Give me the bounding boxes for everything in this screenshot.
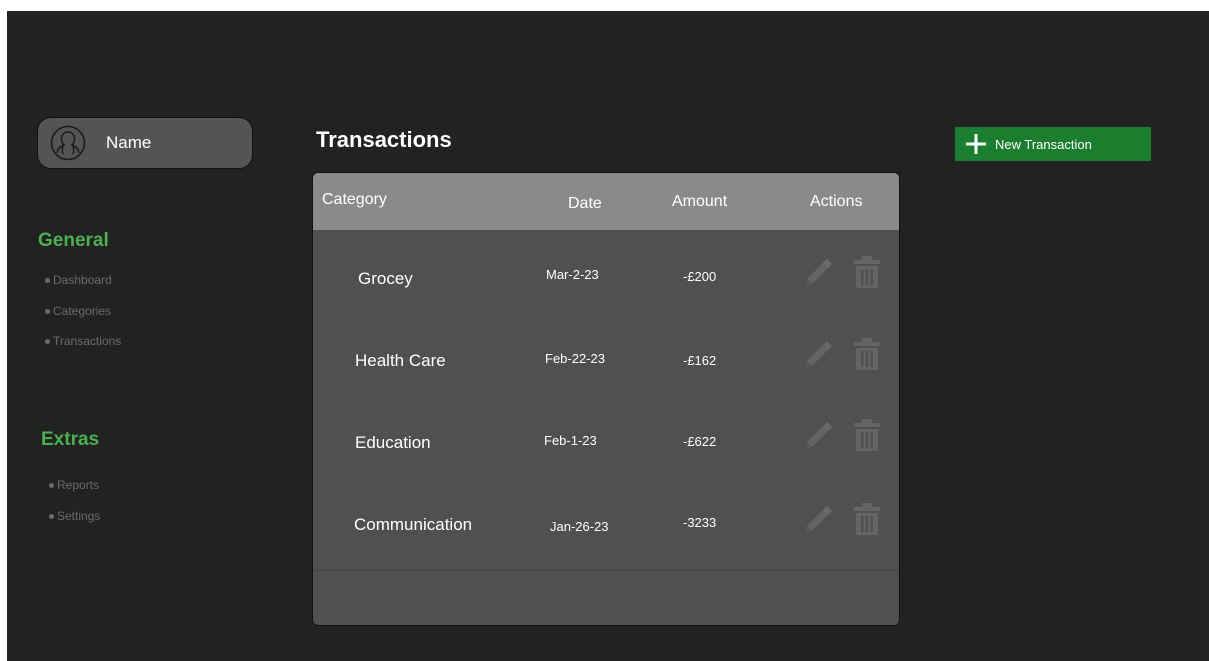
user-icon [50,125,86,161]
pencil-icon [801,255,833,294]
nav-item-label: Reports [57,478,100,492]
nav-heading-general: General [38,230,109,251]
table-row: Health Care Feb-22-23 -£162 [313,311,899,391]
column-header-amount[interactable]: Amount [672,193,727,211]
profile-name: Name [106,133,152,152]
bullet-icon [49,482,54,488]
delete-button[interactable] [852,502,882,541]
trash-icon [852,418,882,457]
bullet-icon [45,338,50,344]
row-category: Communication [354,515,473,534]
edit-button[interactable] [801,255,833,294]
nav-heading-extras: Extras [41,429,100,450]
new-transaction-label: New Transaction [995,136,1092,152]
trash-icon [852,337,882,376]
nav-item-categories[interactable]: Categories [45,304,111,318]
table-row: Education Feb-1-23 -£622 [313,391,899,471]
bullet-icon [45,277,50,283]
column-header-actions: Actions [810,193,863,210]
column-header-category[interactable]: Category [322,191,387,209]
app-window: Name General Dashboard Categories Transa… [7,11,1209,661]
row-amount: -£622 [683,434,717,449]
new-transaction-button[interactable]: New Transaction [955,127,1151,161]
row-amount: -3233 [683,515,717,530]
delete-button[interactable] [852,255,882,294]
nav-item-settings[interactable]: Settings [49,509,100,523]
row-category: Education [355,433,431,452]
nav-item-label: Dashboard [53,273,112,287]
nav-item-label: Categories [53,304,112,318]
row-date: Feb-1-23 [544,433,597,448]
plus-icon [965,133,987,155]
trash-icon [852,502,882,541]
table-row: Communication Jan-26-23 -3233 [313,471,899,551]
row-category: Grocey [358,269,413,288]
trash-icon [852,255,882,294]
bullet-icon [45,308,50,314]
nav-item-label: Settings [57,509,101,523]
table-row: Grocey Mar-2-23 -£200 [313,231,899,311]
nav-item-label: Transactions [53,334,122,348]
bullet-icon [49,513,54,519]
row-amount: -£200 [683,269,717,284]
page-title: Transactions [316,127,452,152]
column-header-date[interactable]: Date [568,195,602,213]
delete-button[interactable] [852,337,882,376]
row-date: Mar-2-23 [546,267,599,282]
nav-item-dashboard[interactable]: Dashboard [45,273,112,287]
edit-button[interactable] [801,337,833,376]
profile-card[interactable]: Name [37,117,253,169]
pencil-icon [801,502,833,541]
nav-item-reports[interactable]: Reports [49,478,99,492]
delete-button[interactable] [852,418,882,457]
row-date: Feb-22-23 [545,351,605,366]
edit-button[interactable] [801,502,833,541]
nav-item-transactions[interactable]: Transactions [45,334,121,348]
pencil-icon [801,418,833,457]
pencil-icon [801,337,833,376]
row-amount: -£162 [683,353,717,368]
transactions-table: Category Date Amount Actions Grocey Mar-… [312,172,900,626]
row-category: Health Care [355,351,446,370]
table-header: Category Date Amount Actions [313,173,899,230]
edit-button[interactable] [801,418,833,457]
table-divider [313,570,899,571]
row-date: Jan-26-23 [550,519,609,534]
